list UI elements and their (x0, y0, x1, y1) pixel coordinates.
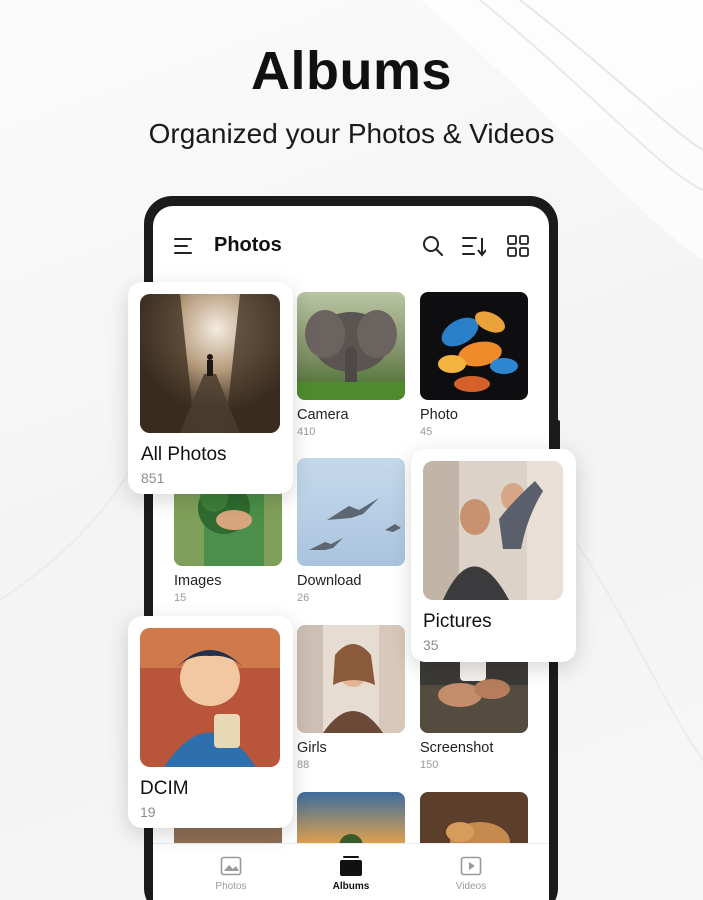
album-tile-photo[interactable]: Photo 45 (420, 292, 528, 438)
album-label: DCIM (140, 778, 189, 799)
album-count: 45 (420, 426, 433, 438)
nav-videos[interactable]: Videos (431, 856, 511, 892)
album-tile-camera[interactable]: Camera 410 (297, 292, 405, 438)
album-count: 410 (297, 426, 316, 438)
nav-label: Photos (215, 881, 247, 892)
album-count: 26 (297, 592, 310, 604)
nav-label: Videos (455, 881, 487, 892)
album-label: Pictures (423, 611, 492, 632)
album-count: 35 (423, 637, 439, 653)
search-icon[interactable] (422, 235, 444, 257)
promo-headline: Albums (250, 41, 453, 101)
album-label: Photo (420, 407, 458, 423)
album-label: All Photos (141, 444, 227, 465)
album-count: 88 (297, 759, 310, 771)
nav-albums[interactable]: Albums (311, 856, 391, 892)
album-count: 150 (420, 759, 439, 771)
album-thumbnail (140, 294, 280, 433)
menu-icon[interactable] (174, 237, 194, 255)
app-bar: Photos (153, 206, 549, 286)
nav-label: Albums (332, 881, 370, 892)
album-thumbnail (420, 292, 528, 400)
album-label: Camera (297, 407, 349, 423)
album-count: 19 (140, 804, 156, 820)
album-label: Images (174, 573, 222, 589)
album-tile-download[interactable]: Download 26 (297, 458, 405, 604)
nav-photos[interactable]: Photos (191, 856, 271, 892)
sort-icon[interactable] (462, 235, 486, 257)
album-label: Girls (297, 740, 327, 756)
promo-subheadline: Organized your Photos & Videos (148, 118, 555, 149)
album-icon (340, 856, 362, 876)
bottom-navigation: Photos Albums Videos (153, 843, 549, 900)
album-thumbnail (423, 461, 563, 600)
featured-card-pictures[interactable]: Pictures 35 (411, 449, 576, 662)
image-icon (220, 856, 242, 876)
album-label: Download (297, 573, 362, 589)
grid-view-icon[interactable] (507, 235, 529, 257)
video-icon (460, 856, 482, 876)
app-title: Photos (214, 234, 282, 256)
album-tile-girls[interactable]: Girls 88 (297, 625, 405, 771)
album-label: Screenshot (420, 740, 494, 756)
album-thumbnail (297, 625, 405, 733)
album-count: 851 (141, 470, 165, 486)
album-thumbnail (297, 458, 405, 566)
featured-card-all-photos[interactable]: All Photos 851 (128, 282, 293, 494)
album-thumbnail (140, 628, 280, 767)
album-thumbnail (297, 292, 405, 400)
album-count: 15 (174, 592, 187, 604)
featured-card-dcim[interactable]: DCIM 19 (128, 616, 293, 828)
